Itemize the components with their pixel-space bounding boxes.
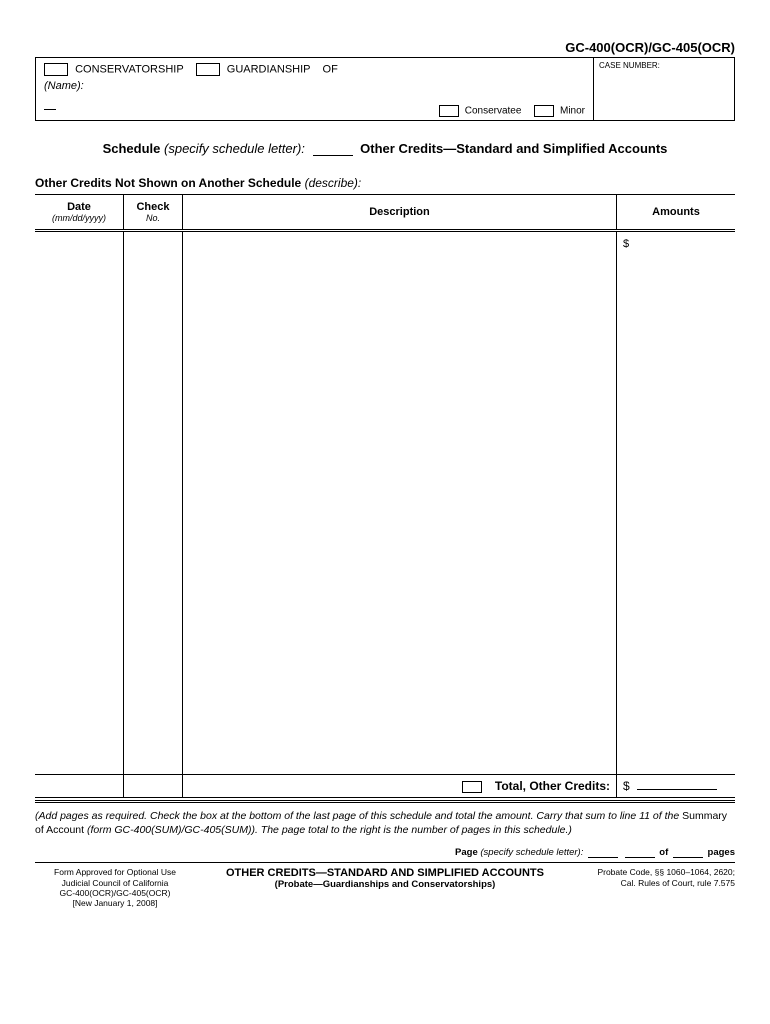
- instructions: (Add pages as required. Check the box at…: [35, 809, 735, 837]
- page-total-blank[interactable]: [673, 857, 703, 858]
- footer-title: OTHER CREDITS—STANDARD AND SIMPLIFIED AC…: [195, 867, 575, 879]
- total-label-cell: Total, Other Credits:: [183, 775, 617, 798]
- of-label: OF: [323, 63, 338, 75]
- name-row: (Name):: [44, 80, 585, 92]
- section-title: Other Credits Not Shown on Another Sched…: [35, 176, 735, 190]
- total-date-cell: [35, 775, 124, 798]
- page-count-line: Page (specify schedule letter): of pages: [35, 847, 735, 858]
- minor-checkbox[interactable]: [534, 105, 554, 117]
- minor-label: Minor: [560, 106, 585, 117]
- check-header-text: Check: [136, 201, 169, 213]
- header-type-row: CONSERVATORSHIP GUARDIANSHIP OF: [44, 63, 585, 76]
- schedule-word: Schedule: [103, 141, 161, 156]
- desc-cell[interactable]: [183, 231, 617, 775]
- page-letter-blank[interactable]: [588, 857, 618, 858]
- case-number-box: CASE NUMBER:: [593, 58, 734, 120]
- total-amt-underline: [637, 789, 717, 790]
- amt-header: Amounts: [617, 195, 736, 231]
- total-checkbox[interactable]: [462, 781, 482, 793]
- desc-header: Description: [183, 195, 617, 231]
- check-header-sub: No.: [128, 213, 178, 223]
- footer-right-2: Cal. Rules of Court, rule 7.575: [575, 878, 735, 888]
- amt-cell[interactable]: $: [617, 231, 736, 775]
- schedule-title: Other Credits—Standard and Simplified Ac…: [360, 141, 667, 156]
- footer-left: Form Approved for Optional Use Judicial …: [35, 867, 195, 908]
- schedule-title-line: Schedule (specify schedule letter): Othe…: [35, 141, 735, 156]
- total-dollar-sign: $: [623, 779, 630, 793]
- page-number-blank[interactable]: [625, 857, 655, 858]
- guardianship-label: GUARDIANSHIP: [227, 63, 311, 75]
- section-describe: (describe):: [305, 176, 362, 190]
- footer-left-2: Judicial Council of California: [35, 878, 195, 888]
- page-specify: (specify schedule letter):: [480, 847, 583, 858]
- footer-right: Probate Code, §§ 1060–1064, 2620; Cal. R…: [575, 867, 735, 887]
- person-type-row: Conservatee Minor: [44, 105, 585, 117]
- total-amt-cell[interactable]: $: [617, 775, 736, 798]
- credits-table: Date (mm/dd/yyyy) Check No. Description …: [35, 194, 735, 798]
- footer-right-1: Probate Code, §§ 1060–1064, 2620;: [575, 867, 735, 877]
- date-header-text: Date: [67, 201, 91, 213]
- pages-word: pages: [708, 847, 735, 858]
- footer-left-4: [New January 1, 2008]: [35, 898, 195, 908]
- date-cell[interactable]: [35, 231, 124, 775]
- conservatee-label: Conservatee: [465, 106, 522, 117]
- header-left: CONSERVATORSHIP GUARDIANSHIP OF (Name): …: [36, 58, 593, 120]
- total-label-text: Total, Other Credits:: [495, 779, 610, 793]
- footer: Form Approved for Optional Use Judicial …: [35, 862, 735, 908]
- check-header: Check No.: [124, 195, 183, 231]
- table-header-row: Date (mm/dd/yyyy) Check No. Description …: [35, 195, 735, 231]
- name-label: (Name):: [44, 80, 84, 92]
- footer-center: OTHER CREDITS—STANDARD AND SIMPLIFIED AC…: [195, 867, 575, 890]
- section-title-text: Other Credits Not Shown on Another Sched…: [35, 176, 301, 190]
- conservatorship-label: CONSERVATORSHIP: [75, 63, 183, 75]
- schedule-letter-blank[interactable]: [313, 155, 353, 156]
- schedule-specify: (specify schedule letter):: [164, 141, 305, 156]
- conservatee-checkbox[interactable]: [439, 105, 459, 117]
- instructions-part1: (Add pages as required. Check the box at…: [35, 810, 682, 822]
- table-double-bottom: [35, 800, 735, 803]
- case-number-label: CASE NUMBER:: [599, 61, 660, 70]
- check-cell[interactable]: [124, 231, 183, 775]
- date-header: Date (mm/dd/yyyy): [35, 195, 124, 231]
- guardianship-checkbox[interactable]: [196, 63, 220, 76]
- footer-left-1: Form Approved for Optional Use: [35, 867, 195, 877]
- page-word: Page: [455, 847, 478, 858]
- footer-sub: (Probate—Guardianships and Conservatorsh…: [195, 879, 575, 890]
- form-code: GC-400(OCR)/GC-405(OCR): [35, 40, 735, 55]
- of-word: of: [659, 847, 668, 858]
- instructions-part2: (form GC-400(SUM)/GC-405(SUM)). The page…: [84, 824, 572, 836]
- date-header-sub: (mm/dd/yyyy): [39, 213, 119, 223]
- form-page: GC-400(OCR)/GC-405(OCR) CONSERVATORSHIP …: [0, 0, 770, 928]
- dollar-sign: $: [623, 238, 629, 250]
- footer-left-3: GC-400(OCR)/GC-405(OCR): [35, 888, 195, 898]
- table-body-row: $: [35, 231, 735, 775]
- total-check-cell: [124, 775, 183, 798]
- total-row: Total, Other Credits: $: [35, 775, 735, 798]
- header-box: CONSERVATORSHIP GUARDIANSHIP OF (Name): …: [35, 57, 735, 121]
- conservatorship-checkbox[interactable]: [44, 63, 68, 76]
